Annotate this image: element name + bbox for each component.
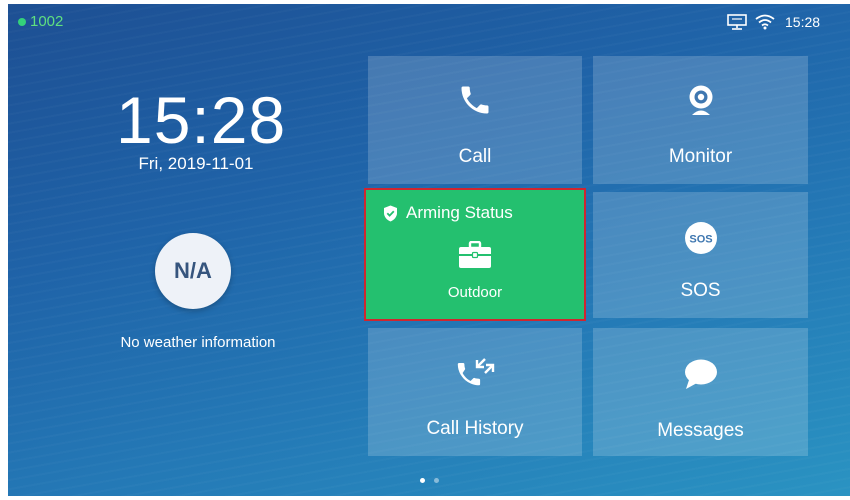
weather-badge: N/A <box>174 258 212 283</box>
weather-widget[interactable]: N/A <box>155 233 231 309</box>
clock-date: Fri, 2019-11-01 <box>138 154 254 173</box>
call-history-label: Call History <box>426 418 524 439</box>
shield-check-icon <box>384 205 397 221</box>
call-history-icon <box>457 358 495 386</box>
arming-status-header: Arming Status <box>383 203 513 223</box>
extension-number: 1002 <box>30 13 64 30</box>
call-label: Call <box>458 146 492 167</box>
chat-bubble-icon <box>684 359 717 389</box>
webcam-icon <box>689 85 712 115</box>
page-indicator <box>420 478 439 483</box>
weather-info: No weather information <box>120 334 276 351</box>
registration-status-dot <box>18 18 26 26</box>
status-bar: 1002 15:28 <box>8 4 850 40</box>
wifi-icon <box>755 14 775 30</box>
status-time: 15:28 <box>785 14 821 30</box>
arming-status-tile[interactable]: Arming Status Outdoor <box>364 188 586 321</box>
sos-tile[interactable]: SOS SOS <box>593 192 808 318</box>
clock-time: 15:28 <box>116 83 287 157</box>
sos-label: SOS <box>680 280 721 301</box>
sos-icon: SOS <box>684 222 717 254</box>
arming-mode: Outdoor <box>447 284 503 301</box>
sos-icon-text: SOS <box>689 234 712 246</box>
arming-status-title: Arming Status <box>406 203 513 222</box>
briefcase-icon <box>459 241 491 268</box>
network-icon <box>727 14 747 30</box>
page-dot-1[interactable] <box>420 478 425 483</box>
monitor-tile[interactable]: Monitor <box>593 56 808 184</box>
messages-label: Messages <box>657 420 744 441</box>
phone-icon <box>461 86 489 114</box>
monitor-label: Monitor <box>668 146 733 167</box>
call-tile[interactable]: Call <box>368 56 582 184</box>
messages-tile[interactable]: Messages <box>593 328 808 456</box>
home-screen: 1002 15:28 15:28 Fri, 2019-11-01 N/A No … <box>8 4 850 496</box>
page-dot-2[interactable] <box>434 478 439 483</box>
call-history-tile[interactable]: Call History <box>368 328 582 456</box>
